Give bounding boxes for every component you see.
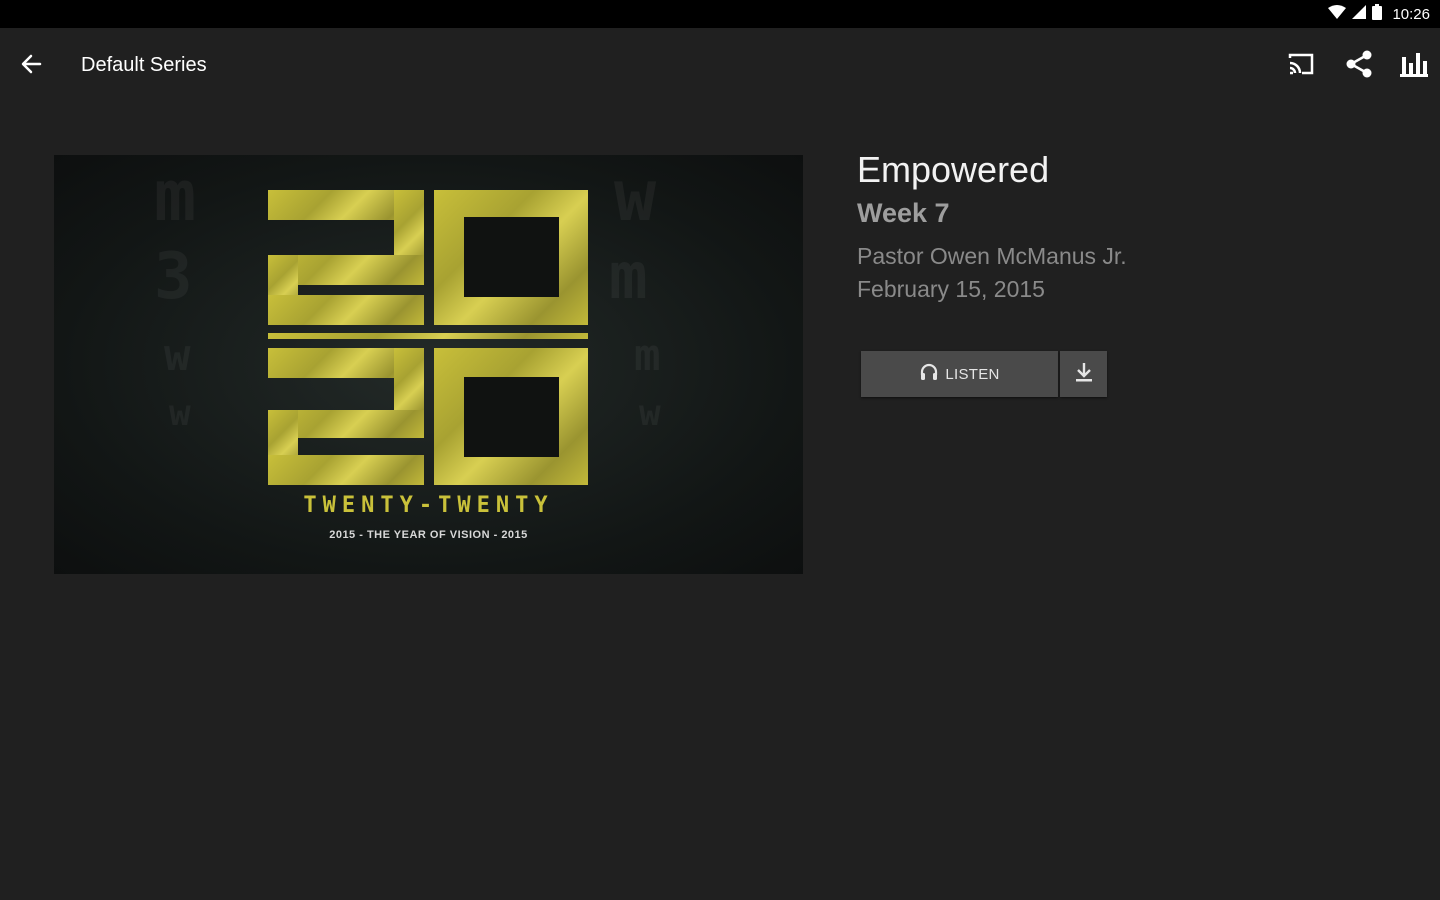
stats-button[interactable]	[1396, 48, 1432, 84]
battery-icon	[1372, 3, 1383, 25]
download-button[interactable]	[1060, 351, 1107, 397]
sermon-date: February 15, 2015	[857, 276, 1045, 302]
artwork-tagline: 2015 - THE YEAR OF VISION - 2015	[329, 529, 528, 541]
share-button[interactable]	[1341, 48, 1377, 84]
eye-chart-letter: m	[609, 240, 648, 314]
back-arrow-icon	[20, 53, 42, 80]
artwork-wordmark: TWENTY-TWENTY	[303, 493, 554, 518]
signal-icon	[1352, 4, 1367, 24]
eye-chart-letter: w	[614, 155, 657, 237]
eye-chart-letter: m	[634, 330, 661, 381]
cast-icon	[1287, 52, 1315, 81]
cast-button[interactable]	[1283, 48, 1319, 84]
eye-chart-letter: m	[154, 155, 197, 237]
eye-chart-letter: 3	[154, 240, 193, 314]
share-icon	[1344, 49, 1374, 84]
toolbar: Default Series	[0, 28, 1440, 102]
listen-button[interactable]: LISTEN	[861, 351, 1058, 397]
status-bar: 10:26	[0, 0, 1440, 28]
back-button[interactable]	[14, 49, 48, 83]
status-time: 10:26	[1392, 5, 1430, 23]
sermon-subtitle: Week 7	[857, 198, 950, 228]
headphones-icon	[919, 362, 939, 387]
sermon-artwork: m w 3 m w m w w TWENTY-TWENTY 2015 - THE…	[54, 155, 803, 574]
download-icon	[1074, 361, 1094, 388]
toolbar-title: Default Series	[81, 54, 207, 76]
eye-chart-letter: w	[164, 330, 191, 381]
artwork-divider	[268, 333, 588, 339]
sermon-speaker: Pastor Owen McManus Jr.	[857, 243, 1127, 269]
sermon-title: Empowered	[857, 149, 1050, 190]
wifi-icon	[1328, 4, 1347, 24]
status-icons: 10:26	[1328, 3, 1430, 25]
listen-label: LISTEN	[945, 365, 1000, 383]
eye-chart-letter: w	[639, 393, 661, 434]
eye-chart-letter: w	[169, 393, 191, 434]
bar-chart-icon	[1400, 51, 1428, 82]
